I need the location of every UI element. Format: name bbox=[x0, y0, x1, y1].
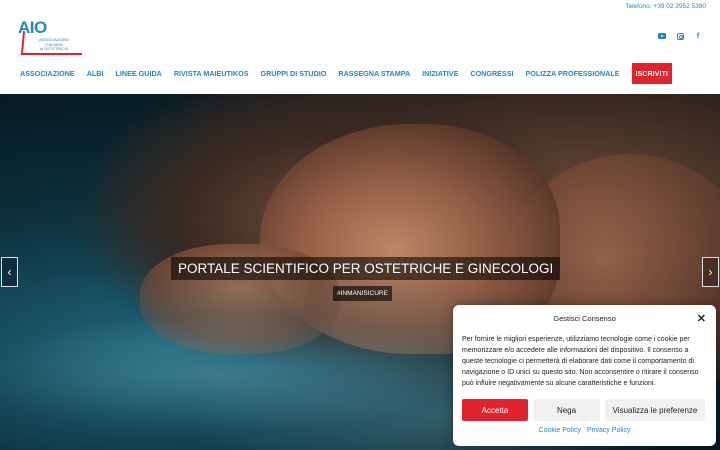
social-links: f bbox=[658, 32, 702, 40]
privacy-policy-link[interactable]: Privacy Policy bbox=[587, 427, 631, 434]
consent-title: Gestisci Consenso bbox=[553, 314, 616, 323]
cookie-policy-link[interactable]: Cookie Policy bbox=[539, 427, 581, 434]
nav-item-albi[interactable]: ALBI bbox=[81, 69, 110, 78]
instagram-icon[interactable] bbox=[676, 32, 684, 40]
youtube-icon[interactable] bbox=[658, 32, 666, 40]
logo-line: di OSTETRICIA bbox=[39, 46, 69, 52]
slider-next-button[interactable]: › bbox=[702, 257, 719, 287]
close-icon[interactable]: ✕ bbox=[697, 312, 706, 325]
facebook-icon[interactable]: f bbox=[694, 32, 702, 40]
hero-tag[interactable]: #INMANISICURE bbox=[333, 286, 392, 301]
cookie-consent-dialog: Gestisci Consenso ✕ Per fornire le migli… bbox=[453, 305, 716, 446]
consent-buttons: Accetta Nega Visualizza le preferenze bbox=[462, 399, 705, 421]
consent-links: Cookie Policy Privacy Policy bbox=[453, 427, 716, 434]
iscriviti-button[interactable]: ISCRIVITI bbox=[631, 62, 672, 84]
logo-subtitle: ASSOCIAZIONE ITALIANA di OSTETRICIA bbox=[34, 37, 74, 52]
accept-button[interactable]: Accetta bbox=[462, 399, 528, 421]
phone-number[interactable]: Telefono: +39 02 2952 5380 bbox=[625, 3, 706, 10]
main-nav: ASSOCIAZIONE ALBI LINEE GUIDA RIVISTA MA… bbox=[14, 62, 672, 84]
deny-button[interactable]: Nega bbox=[533, 399, 600, 421]
hero-title[interactable]: PORTALE SCIENTIFICO PER OSTETRICHE E GIN… bbox=[171, 257, 561, 280]
consent-text: Per fornire le migliori esperienze, util… bbox=[462, 336, 699, 387]
nav-item-gruppi-di-studio[interactable]: GRUPPI DI STUDIO bbox=[255, 69, 333, 78]
nav-item-rivista-maieutikos[interactable]: RIVISTA MAIEUTIKOS bbox=[168, 69, 255, 78]
nav-item-rassegna-stampa[interactable]: RASSEGNA STAMPA bbox=[332, 69, 416, 78]
site-logo[interactable]: AIO ASSOCIAZIONE ITALIANA di OSTETRICIA bbox=[18, 18, 84, 58]
slider-prev-button[interactable]: ‹ bbox=[1, 257, 18, 287]
nav-item-polizza-professionale[interactable]: POLIZZA PROFESSIONALE bbox=[520, 69, 626, 78]
nav-item-associazione[interactable]: ASSOCIAZIONE bbox=[14, 69, 81, 78]
top-bar: Telefono: +39 02 2952 5380 bbox=[0, 0, 720, 14]
preferences-button[interactable]: Visualizza le preferenze bbox=[605, 399, 705, 421]
nav-item-linee-guida[interactable]: LINEE GUIDA bbox=[110, 69, 168, 78]
nav-item-congressi[interactable]: CONGRESSI bbox=[464, 69, 519, 78]
nav-item-iniziative[interactable]: INIZIATIVE bbox=[416, 69, 464, 78]
